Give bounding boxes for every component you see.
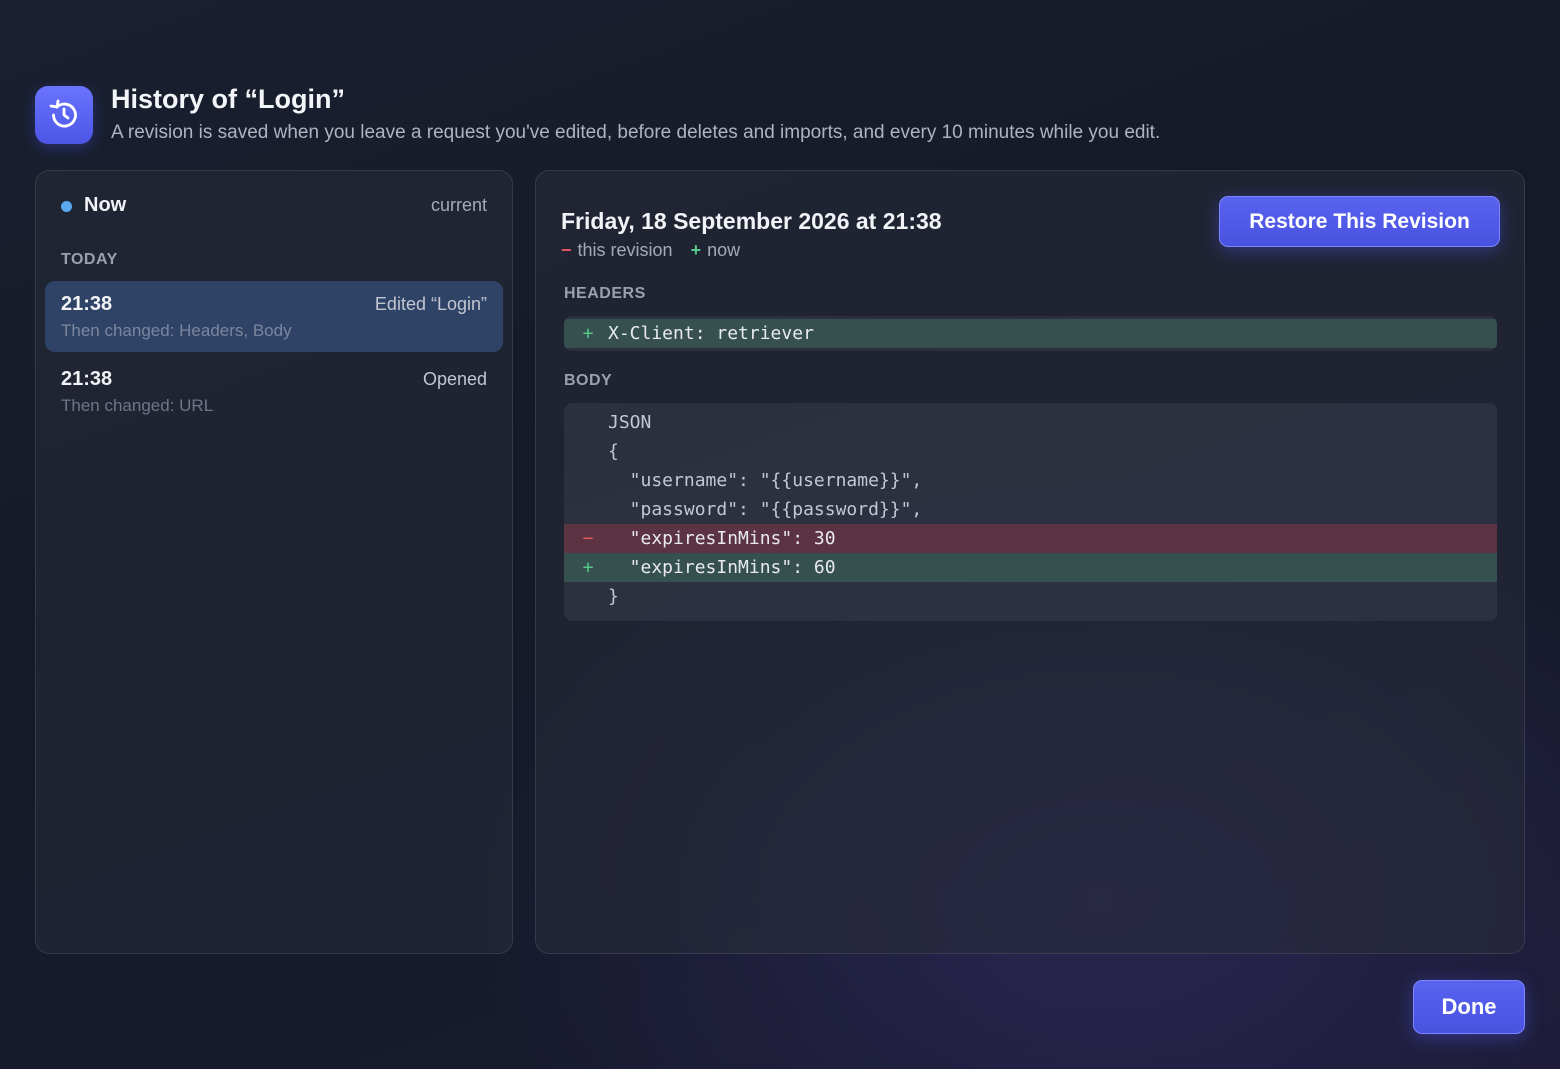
plus-icon: +	[582, 557, 594, 578]
diff-line: "password": "{{password}}",	[564, 495, 1497, 524]
now-label: Now	[84, 194, 127, 216]
diff-line-removed: − "expiresInMins": 30	[564, 524, 1497, 553]
diff-line-text: }	[608, 586, 619, 607]
diff-line-text: "expiresInMins": 60	[608, 557, 836, 578]
dialog-title: History of “Login”	[111, 84, 345, 114]
body-diff: JSON { "username": "{{username}}", "passw…	[564, 403, 1497, 621]
revision-item[interactable]: 21:38 Edited “Login” Then changed: Heade…	[45, 281, 503, 352]
minus-icon: −	[561, 240, 572, 260]
current-dot-icon	[61, 201, 72, 212]
diff-line: {	[564, 437, 1497, 466]
section-header-headers: HEADERS	[564, 285, 646, 302]
done-button[interactable]: Done	[1413, 980, 1525, 1034]
revision-time: 21:38	[61, 293, 113, 315]
diff-line-text: "username": "{{username}}",	[608, 470, 923, 491]
plus-icon: +	[582, 323, 594, 344]
diff-legend: − this revision + now	[561, 240, 740, 261]
revision-action: Opened	[422, 369, 487, 389]
restore-revision-button[interactable]: Restore This Revision	[1219, 196, 1500, 247]
minus-icon: −	[582, 528, 594, 549]
legend-plus-label: now	[707, 240, 741, 260]
revision-time: 21:38	[61, 368, 113, 390]
diff-line-text: X-Client: retriever	[608, 323, 814, 344]
diff-line: }	[564, 582, 1497, 611]
now-status: current	[430, 195, 487, 215]
diff-line-text: "expiresInMins": 30	[608, 528, 836, 549]
diff-line: "username": "{{username}}",	[564, 466, 1497, 495]
revision-list-panel: Now current TODAY 21:38 Edited “Login” T…	[35, 170, 513, 954]
diff-line-added: + X-Client: retriever	[564, 319, 1497, 348]
revision-changes: Then changed: Headers, Body	[61, 321, 292, 340]
revision-item[interactable]: 21:38 Opened Then changed: URL	[45, 356, 503, 427]
plus-icon: +	[690, 240, 702, 260]
legend-minus-label: this revision	[577, 240, 673, 260]
diff-line-added: + "expiresInMins": 60	[564, 553, 1497, 582]
headers-diff: + X-Client: retriever	[564, 316, 1497, 351]
diff-line-text: "password": "{{password}}",	[608, 499, 923, 520]
revision-now-item[interactable]: Now current	[61, 193, 487, 219]
section-header-body: BODY	[564, 372, 613, 389]
history-icon	[35, 86, 93, 144]
diff-line-text: {	[608, 441, 619, 462]
revision-date: Friday, 18 September 2026 at 21:38	[561, 208, 942, 234]
diff-line: JSON	[564, 408, 1497, 437]
dialog-subtitle: A revision is saved when you leave a req…	[111, 122, 1161, 143]
revision-detail-panel: Friday, 18 September 2026 at 21:38 − this…	[535, 170, 1525, 954]
diff-line-text: JSON	[608, 412, 652, 433]
revision-action: Edited “Login”	[374, 294, 487, 314]
section-header-today: TODAY	[61, 251, 118, 268]
revision-changes: Then changed: URL	[61, 396, 214, 415]
